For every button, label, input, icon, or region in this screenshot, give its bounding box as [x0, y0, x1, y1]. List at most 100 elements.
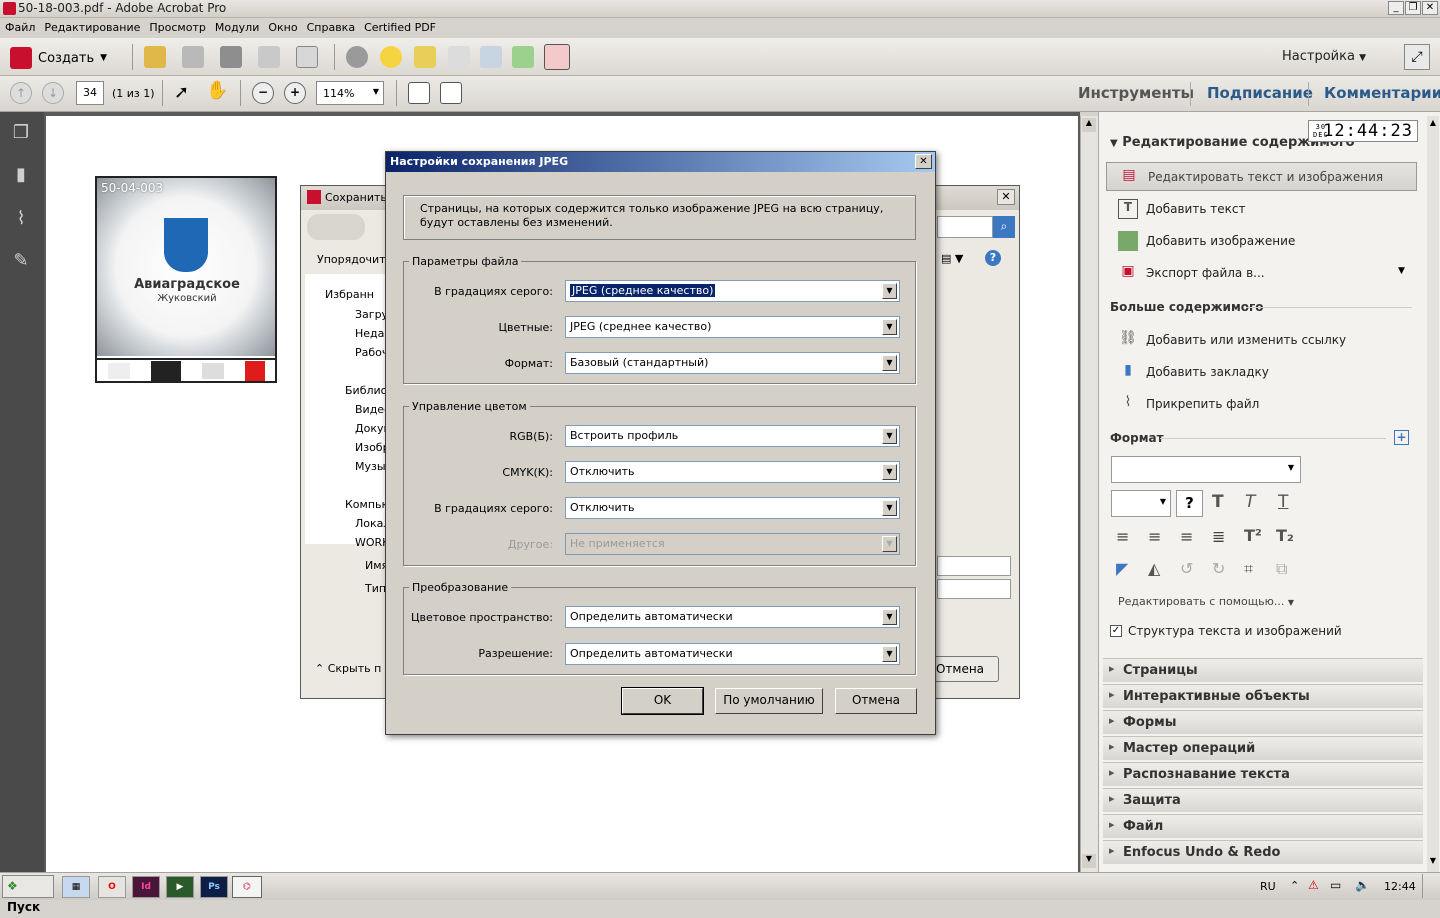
- help-icon[interactable]: ?: [985, 250, 1001, 266]
- align-center-icon[interactable]: ≡: [1148, 527, 1161, 546]
- align-left-icon[interactable]: ≡: [1116, 527, 1129, 546]
- scroll-down-icon[interactable]: ▼: [1082, 854, 1096, 868]
- grayscale-select[interactable]: JPEG (среднее качество) ▼: [565, 280, 900, 302]
- signature-icon[interactable]: ✎: [9, 250, 33, 274]
- nav-music[interactable]: Музы: [355, 460, 386, 473]
- dialog-close-icon[interactable]: ✕: [915, 154, 932, 169]
- scroll-down-icon[interactable]: ▼: [1427, 856, 1439, 868]
- taskbar-app-1[interactable]: ▦: [62, 876, 90, 898]
- font-family-select[interactable]: ▼: [1111, 456, 1301, 483]
- zoom-select[interactable]: 114% ▼: [316, 81, 384, 105]
- comment-bubble-icon[interactable]: [380, 46, 402, 68]
- subscript-icon[interactable]: T₂: [1276, 526, 1294, 545]
- edit-with-menu[interactable]: Редактировать с помощью... ▼: [1118, 595, 1294, 608]
- open-folder-icon[interactable]: [144, 46, 166, 68]
- taskbar-opera-icon[interactable]: O: [98, 876, 126, 898]
- panel-scrollbar[interactable]: ▲ ▼: [1427, 116, 1439, 872]
- tab-sign[interactable]: Подписание: [1207, 84, 1313, 102]
- structure-checkbox[interactable]: ✓: [1110, 625, 1122, 637]
- restore-button[interactable]: ❐: [1405, 1, 1421, 15]
- accordion-protection[interactable]: Защита: [1103, 788, 1423, 812]
- fullscreen-icon[interactable]: ⤢: [1404, 44, 1430, 70]
- next-page-icon[interactable]: ↓: [42, 82, 64, 104]
- accordion-action-wizard[interactable]: Мастер операций: [1103, 736, 1423, 760]
- menu-edit[interactable]: Редактирование: [39, 18, 144, 34]
- tray-network-icon[interactable]: ⚠: [1308, 878, 1319, 892]
- gear-icon[interactable]: [346, 46, 368, 68]
- language-indicator[interactable]: RU: [1260, 880, 1276, 893]
- zoom-out-icon[interactable]: −: [252, 82, 274, 104]
- scroll-up-icon[interactable]: ▲: [1427, 118, 1439, 130]
- add-bookmark-item[interactable]: ▮ Добавить закладку: [1118, 357, 1269, 387]
- pages-icon[interactable]: ❐: [9, 122, 33, 146]
- paperclip-icon[interactable]: ⌇: [9, 208, 33, 232]
- edit-document-icon[interactable]: [258, 46, 280, 68]
- nav-favorites[interactable]: Избранн: [325, 288, 374, 301]
- filename-input[interactable]: [937, 556, 1011, 576]
- rotate-right-icon[interactable]: ↻: [1212, 559, 1225, 578]
- resolution-select[interactable]: Определить автоматически ▼: [565, 643, 900, 665]
- document-delete-icon[interactable]: [448, 46, 470, 68]
- document-search-icon[interactable]: [480, 46, 502, 68]
- save-search-input[interactable]: [937, 216, 993, 238]
- filetype-select[interactable]: [937, 579, 1011, 599]
- view-options-icon[interactable]: ▤ ▼: [941, 252, 963, 265]
- print-icon[interactable]: [220, 46, 242, 68]
- grayscale2-select[interactable]: Отключить ▼: [565, 497, 900, 519]
- rotate-icon[interactable]: ◤: [1116, 559, 1128, 578]
- nav-desktop[interactable]: Рабоч: [355, 346, 388, 359]
- accordion-forms[interactable]: Формы: [1103, 710, 1423, 734]
- export-item[interactable]: ▣ Экспорт файла в...: [1118, 258, 1264, 288]
- create-button[interactable]: Создать ▼: [10, 45, 128, 71]
- back-forward-buttons[interactable]: [307, 214, 365, 240]
- accordion-file[interactable]: Файл: [1103, 814, 1423, 838]
- format-select[interactable]: Базовый (стандартный) ▼: [565, 352, 900, 374]
- hand-tool-icon[interactable]: ✋: [206, 80, 228, 101]
- hide-folders-button[interactable]: ⌃ Скрыть п: [315, 662, 381, 675]
- bold-icon[interactable]: T: [1212, 492, 1224, 512]
- replace-image-icon[interactable]: ⧉: [1276, 559, 1287, 579]
- accordion-ocr[interactable]: Распознавание текста: [1103, 762, 1423, 786]
- menu-plugins[interactable]: Модули: [210, 18, 264, 34]
- close-icon[interactable]: ✕: [997, 189, 1015, 205]
- justify-icon[interactable]: ≣: [1212, 527, 1225, 546]
- start-button[interactable]: ❖ Пуск: [2, 875, 54, 914]
- rotate-left-icon[interactable]: ↺: [1180, 559, 1193, 578]
- color-select[interactable]: JPEG (среднее качество) ▼: [565, 316, 900, 338]
- add-image-item[interactable]: Добавить изображение: [1118, 226, 1295, 256]
- show-desktop-button[interactable]: [1422, 874, 1438, 898]
- menu-window[interactable]: Окно: [263, 18, 301, 34]
- flip-icon[interactable]: ◭: [1148, 559, 1160, 578]
- rgb-select[interactable]: Встроить профиль ▼: [565, 425, 900, 447]
- superscript-icon[interactable]: T²: [1244, 526, 1262, 545]
- nav-computer[interactable]: Компью: [345, 498, 391, 511]
- edit-pdf-icon[interactable]: [544, 44, 570, 70]
- attach-file-item[interactable]: ⌇ Прикрепить файл: [1118, 389, 1260, 419]
- zoom-in-icon[interactable]: +: [284, 82, 306, 104]
- minimize-button[interactable]: _: [1388, 1, 1404, 15]
- add-format-icon[interactable]: +: [1394, 430, 1409, 445]
- email-icon[interactable]: [296, 46, 318, 68]
- save-icon[interactable]: [182, 46, 204, 68]
- previous-page-icon[interactable]: ↑: [10, 82, 32, 104]
- menu-view[interactable]: Просмотр: [144, 18, 209, 34]
- italic-icon[interactable]: T: [1245, 492, 1255, 512]
- nav-downloads[interactable]: Загру: [355, 308, 388, 321]
- crop-icon[interactable]: ⌗: [1244, 559, 1253, 579]
- tab-tools[interactable]: Инструменты: [1078, 84, 1194, 102]
- taskbar-clock[interactable]: 12:44: [1384, 880, 1416, 893]
- align-right-icon[interactable]: ≡: [1180, 527, 1193, 546]
- underline-icon[interactable]: T: [1278, 492, 1288, 512]
- accordion-enfocus[interactable]: Enfocus Undo & Redo: [1103, 840, 1423, 864]
- tray-monitor-icon[interactable]: ▭: [1330, 878, 1341, 892]
- add-text-item[interactable]: T Добавить текст: [1118, 194, 1245, 224]
- defaults-button[interactable]: По умолчанию: [715, 688, 823, 714]
- customize-menu[interactable]: Настройка ▼: [1282, 49, 1366, 64]
- tray-volume-icon[interactable]: 🔈: [1355, 878, 1370, 892]
- scroll-up-icon[interactable]: ▲: [1082, 118, 1096, 132]
- ok-button[interactable]: OK: [621, 687, 704, 715]
- organize-button[interactable]: Упорядочить: [317, 253, 392, 266]
- taskbar-acrobat-icon[interactable]: ⌬: [232, 876, 262, 898]
- tab-comment[interactable]: Комментарии: [1324, 84, 1440, 102]
- select-cursor-icon[interactable]: ➚: [174, 82, 189, 103]
